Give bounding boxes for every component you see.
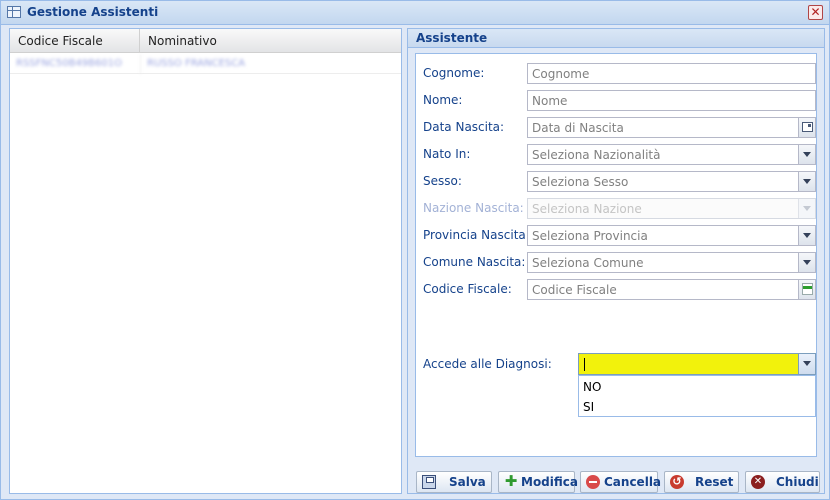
minus-circle-icon (586, 475, 600, 489)
label-nazione-nascita: Nazione Nascita: (423, 201, 524, 215)
row-data-nascita: Data Nascita: Data di Nascita (416, 117, 818, 139)
provincia-nascita-trigger[interactable] (798, 226, 815, 245)
window-titlebar: Gestione Assistenti ✕ (1, 1, 829, 25)
sesso-placeholder: Seleziona Sesso (532, 175, 629, 189)
column-header-nominativo[interactable]: Nominativo (140, 29, 401, 53)
label-data-nascita: Data Nascita: (423, 120, 505, 134)
cancel-button[interactable]: Cancella (580, 471, 662, 493)
edit-button[interactable]: ✚ Modifica (498, 471, 578, 493)
calendar-icon (802, 122, 813, 132)
date-picker-trigger[interactable] (798, 118, 815, 137)
chevron-down-icon (803, 152, 811, 157)
label-nato-in: Nato In: (423, 147, 471, 161)
chevron-down-icon (803, 206, 811, 211)
row-cognome: Cognome: Cognome (416, 63, 818, 85)
text-caret (584, 358, 585, 371)
chevron-down-icon (803, 361, 811, 366)
reset-icon: ↺ (670, 475, 684, 489)
assistenti-grid: Codice Fiscale Nominativo RSSFNC50B49B60… (9, 28, 402, 494)
column-header-codice-fiscale[interactable]: Codice Fiscale (10, 29, 140, 53)
sesso-trigger[interactable] (798, 172, 815, 191)
close-circle-icon: ✕ (751, 475, 765, 489)
label-provincia-nascita: Provincia Nascita: (423, 228, 530, 242)
save-button-label: Salva (449, 475, 486, 489)
plus-icon: ✚ (504, 472, 518, 490)
chevron-down-icon (803, 179, 811, 184)
comune-nascita-trigger[interactable] (798, 253, 815, 272)
table-icon (7, 6, 21, 18)
codice-fiscale-input[interactable]: Codice Fiscale (527, 279, 816, 300)
codice-fiscale-placeholder: Codice Fiscale (532, 283, 617, 297)
label-nome: Nome: (423, 93, 463, 107)
nato-in-trigger[interactable] (798, 145, 815, 164)
save-button[interactable]: Salva (416, 471, 492, 493)
assistente-form: Cognome: Cognome Nome: Nome Data Nascita… (415, 53, 817, 457)
sesso-select[interactable]: Seleziona Sesso (527, 171, 816, 192)
generate-code-icon (802, 283, 813, 295)
provincia-nascita-select[interactable]: Seleziona Provincia (527, 225, 816, 246)
cognome-placeholder: Cognome (532, 67, 590, 81)
label-sesso: Sesso: (423, 174, 462, 188)
cognome-input[interactable]: Cognome (527, 63, 816, 84)
nato-in-placeholder: Seleziona Nazionalità (532, 148, 661, 162)
comune-nascita-select[interactable]: Seleziona Comune (527, 252, 816, 273)
row-provincia-nascita: Provincia Nascita: Seleziona Provincia (416, 225, 818, 247)
row-nome: Nome: Nome (416, 90, 818, 112)
panel-title: Assistente (416, 31, 488, 45)
chevron-down-icon (803, 233, 811, 238)
nome-input[interactable]: Nome (527, 90, 816, 111)
nome-placeholder: Nome (532, 94, 568, 108)
provincia-nascita-placeholder: Seleziona Provincia (532, 229, 648, 243)
row-sesso: Sesso: Seleziona Sesso (416, 171, 818, 193)
close-button[interactable]: ✕ Chiudi (745, 471, 820, 493)
label-comune-nascita: Comune Nascita: (423, 255, 526, 269)
nato-in-select[interactable]: Seleziona Nazionalità (527, 144, 816, 165)
option-si[interactable]: SI (579, 397, 815, 417)
close-button-label: Chiudi (776, 475, 819, 489)
reset-button-label: Reset (695, 475, 734, 489)
label-cognome: Cognome: (423, 66, 485, 80)
option-no[interactable]: NO (579, 377, 815, 397)
accede-diagnosi-dropdown: NO SI (578, 375, 816, 417)
row-nazione-nascita: Nazione Nascita: Seleziona Nazione (416, 198, 818, 220)
grid-header: Codice Fiscale Nominativo (10, 29, 401, 53)
table-row[interactable]: RSSFNC50B49B601O RUSSO FRANCESCA (10, 54, 401, 74)
row-codice-fiscale: Codice Fiscale: Codice Fiscale (416, 279, 818, 301)
comune-nascita-placeholder: Seleziona Comune (532, 256, 644, 270)
nazione-nascita-select: Seleziona Nazione (527, 198, 816, 219)
row-nato-in: Nato In: Seleziona Nazionalità (416, 144, 818, 166)
data-nascita-input[interactable]: Data di Nascita (527, 117, 816, 138)
assistente-panel: Assistente Cognome: Cognome Nome: Nome D… (407, 28, 825, 494)
floppy-icon (422, 475, 436, 489)
window-close-icon[interactable]: ✕ (808, 5, 823, 20)
chevron-down-icon (803, 260, 811, 265)
label-accede-diagnosi: Accede alle Diagnosi: (423, 357, 552, 371)
row-comune-nascita: Comune Nascita: Seleziona Comune (416, 252, 818, 274)
nazione-nascita-placeholder: Seleziona Nazione (532, 202, 642, 216)
reset-button[interactable]: ↺ Reset (664, 471, 739, 493)
cell-codice-fiscale: RSSFNC50B49B601O (16, 58, 122, 69)
generate-codice-fiscale-button[interactable] (798, 280, 815, 299)
accede-diagnosi-trigger[interactable] (798, 354, 815, 374)
edit-button-label: Modifica (521, 475, 578, 489)
gestione-assistenti-window: Gestione Assistenti ✕ Codice Fiscale Nom… (0, 0, 830, 500)
label-codice-fiscale: Codice Fiscale: (423, 282, 512, 296)
window-title: Gestione Assistenti (27, 5, 159, 19)
panel-header: Assistente (408, 29, 824, 48)
button-bar: Salva ✚ Modifica Cancella ↺ Reset ✕ Chiu… (408, 471, 824, 493)
nazione-nascita-trigger (798, 199, 815, 218)
data-nascita-placeholder: Data di Nascita (532, 121, 624, 135)
cancel-button-label: Cancella (604, 475, 662, 489)
cell-nominativo: RUSSO FRANCESCA (140, 54, 401, 74)
accede-diagnosi-combo[interactable] (578, 353, 816, 375)
